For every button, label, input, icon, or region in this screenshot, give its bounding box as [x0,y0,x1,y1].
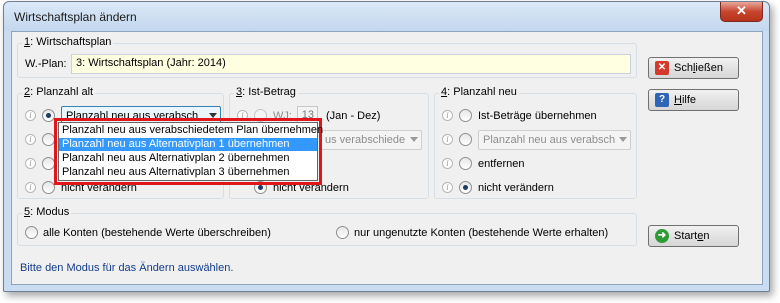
modus-radio-unused[interactable] [336,226,349,239]
ist-betrag-combo-value: us verabschiede [325,134,406,146]
dropdown-option-2[interactable]: Planzahl neu aus Alternativplan 2 überne… [59,152,317,165]
wj-range-label: (Jan - Dez) [326,110,381,122]
group-wirtschaftsplan-label: 1: Wirtschaftsplan [22,36,114,48]
planzahl-neu-ist-label[interactable]: Ist-Beträge übernehmen [478,110,597,122]
info-icon: i [25,110,36,121]
window-close-button[interactable]: ✕ [720,2,763,22]
group-planzahl-alt-label: 2: Planzahl alt [22,86,96,98]
info-icon: i [442,110,453,121]
info-icon: i [25,182,36,193]
planzahl-neu-combo[interactable]: Planzahl neu aus verabsch [478,130,631,150]
chevron-down-icon [619,137,627,142]
info-icon: i [25,158,36,169]
planzahl-neu-radio-copy[interactable] [459,133,472,146]
modus-unused-label[interactable]: nur ungenutzte Konten (bestehende Werte … [354,227,608,239]
dropdown-option-1[interactable]: Planzahl neu aus Alternativplan 1 überne… [59,138,317,151]
close-button[interactable]: ✕ Schließen [648,57,739,79]
info-icon: i [442,134,453,145]
group-planzahl-neu: 4: Planzahl neu i Ist-Beträge übernehmen… [434,86,637,199]
planzahl-neu-combo-value: Planzahl neu aus verabsch [483,134,616,146]
title-bar[interactable]: Wirtschaftsplan ändern ✕ [4,2,769,31]
group-wirtschaftsplan: 1: Wirtschaftsplan W.-Plan: 3: Wirtschaf… [17,36,637,78]
question-icon: ? [655,93,669,107]
info-icon: i [25,134,36,145]
dialog-window: Wirtschaftsplan ändern ✕ 1: Wirtschaftsp… [3,1,770,292]
wplan-field: 3: Wirtschaftsplan (Jahr: 2014) [71,54,631,74]
planzahl-neu-radio-nochange[interactable] [459,181,472,194]
window-title: Wirtschaftsplan ändern [14,10,137,24]
wplan-label: W.-Plan: [25,58,67,70]
dropdown-option-3[interactable]: Planzahl neu aus Alternativplan 3 überne… [59,166,317,179]
modus-radio-all[interactable] [25,226,38,239]
planzahl-neu-radio-ist[interactable] [459,109,472,122]
status-text: Bitte den Modus für das Ändern auswählen… [20,262,234,274]
dropdown-option-0[interactable]: Planzahl neu aus verabschiedetem Plan üb… [59,124,323,137]
planzahl-alt-dropdown-list[interactable]: Planzahl neu aus verabschiedetem Plan üb… [58,122,323,181]
info-icon: i [442,182,453,193]
group-modus-label: 5: Modus [22,206,72,218]
ist-betrag-combo[interactable]: us verabschiede [320,130,422,150]
close-button-label: Schließen [674,62,723,74]
chevron-down-icon [410,137,418,142]
group-planzahl-neu-label: 4: Planzahl neu [439,86,519,98]
help-button[interactable]: ? Hilfe [648,89,739,111]
planzahl-neu-remove-label[interactable]: entfernen [478,158,524,170]
modus-all-label[interactable]: alle Konten (bestehende Werte überschrei… [43,227,271,239]
group-ist-betrag-label: 3: Ist-Betrag [234,86,298,98]
group-modus: 5: Modus alle Konten (bestehende Werte ü… [17,206,637,246]
help-button-label: Hilfe [674,94,697,106]
planzahl-neu-nochange-label[interactable]: nicht verändern [478,182,554,194]
start-button-label: Starten [674,230,710,242]
info-icon: i [442,158,453,169]
planzahl-neu-radio-remove[interactable] [459,157,472,170]
red-x-icon: ✕ [655,61,669,75]
start-button[interactable]: ➜ Starten [648,225,739,247]
green-arrow-icon: ➜ [655,229,669,243]
